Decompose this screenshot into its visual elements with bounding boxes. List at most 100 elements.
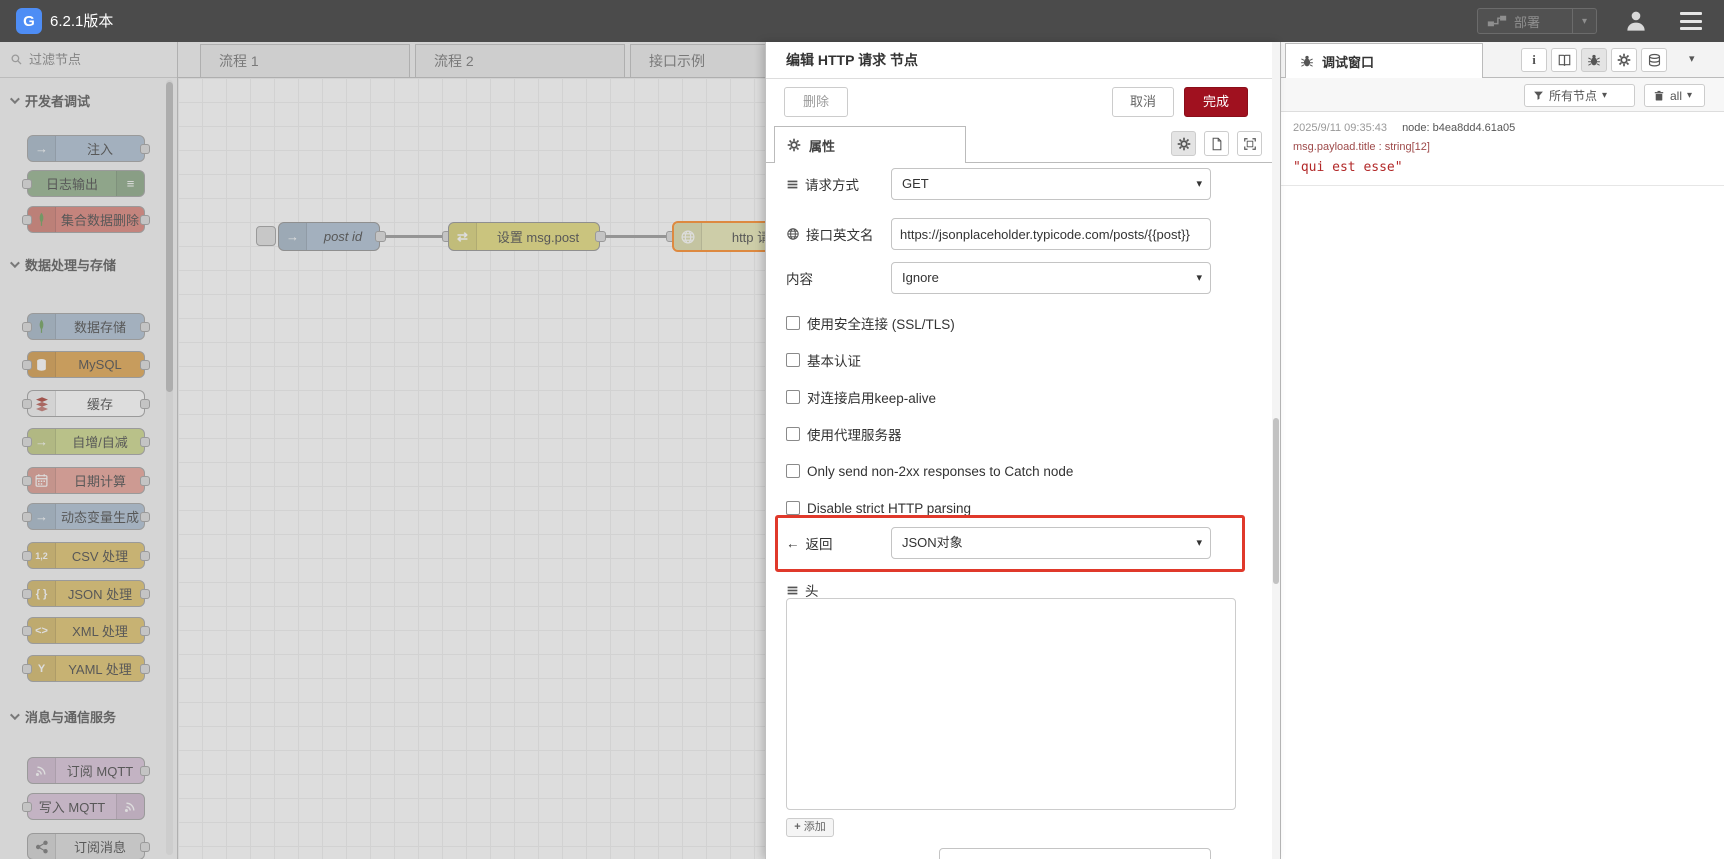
deploy-options-caret[interactable]: ▾ [1572,9,1596,33]
app-title: 6.2.1版本 [50,13,114,30]
wire[interactable] [605,235,667,238]
chevron-down-icon: ▾ [1196,537,1202,549]
node-description-button[interactable] [1204,131,1229,156]
inject-trigger-button[interactable] [256,226,276,246]
bug-icon [1300,54,1314,68]
headers-list-box[interactable] [786,598,1236,810]
palette-search-input[interactable] [29,52,149,67]
dialog-scrollbar[interactable] [1272,42,1280,859]
checkbox-disable-strict-parsing[interactable]: Disable strict HTTP parsing [786,498,971,518]
palette-node-json[interactable]: { } JSON 处理 [22,580,150,607]
checkbox-non2xx-catch[interactable]: Only send non-2xx responses to Catch nod… [786,461,1073,481]
checkbox-basic-auth[interactable]: 基本认证 [786,350,861,370]
url-input[interactable] [891,218,1211,250]
trash-icon [1653,90,1665,102]
deploy-button[interactable]: 部署 ▾ [1477,8,1597,34]
config-nodes-button[interactable] [1611,48,1637,72]
palette-node-data-store[interactable]: 数据存储 [22,313,150,340]
palette-category-dev-debug[interactable]: 开发者调试 [9,90,170,110]
palette-category-messaging[interactable]: 消息与通信服务 [9,706,170,726]
output-port [140,841,150,852]
debug-message[interactable]: 2025/9/11 09:35:43 node: b4ea8dd4.61a05 … [1281,112,1724,186]
input-port [22,214,32,225]
partial-bottom-select[interactable] [939,848,1211,859]
canvas-node-post-id[interactable]: → post id [278,222,380,251]
flow-tab-api-example[interactable]: 接口示例 [630,44,780,77]
gear-icon [787,138,801,152]
done-button[interactable]: 完成 [1184,87,1248,117]
output-port [140,625,150,636]
flow-tab-1[interactable]: 流程 1 [200,44,410,77]
input-port [22,801,32,812]
palette-node-mqtt-subscribe[interactable]: 订阅 MQTT [27,757,150,784]
chevron-down-icon: ▾ [1602,90,1608,101]
calendar-icon [28,468,56,493]
palette-scrollbar-thumb[interactable] [166,82,173,392]
palette-node-csv[interactable]: 1,2 CSV 处理 [22,542,150,569]
delete-button[interactable]: 删除 [784,87,848,117]
user-icon[interactable] [1624,9,1648,33]
palette-node-subscribe-message[interactable]: 订阅消息 [27,833,150,859]
payload-select[interactable]: Ignore ▾ [891,262,1211,294]
checkbox-icon [786,390,800,404]
checkbox-ssl[interactable]: 使用安全连接 (SSL/TLS) [786,313,955,333]
input-port [22,178,32,189]
main-menu-button[interactable] [1680,12,1702,30]
chevron-down-icon: ▾ [1196,178,1202,190]
palette-node-mqtt-write[interactable]: 写入 MQTT [22,793,145,820]
help-button[interactable] [1551,48,1577,72]
tab-debug-window[interactable]: 调试窗口 [1285,43,1483,78]
canvas-node-set-msg-post[interactable]: ⇄ 设置 msg.post [448,222,600,251]
info-button[interactable]: i [1521,48,1547,72]
signal-icon [28,758,56,783]
cancel-button[interactable]: 取消 [1112,87,1174,117]
palette-node-mysql[interactable]: MySQL [22,351,150,378]
angle-brackets-icon: <> [28,618,56,643]
url-label: 接口英文名 [786,218,890,250]
sidebar-options-caret[interactable]: ▾ [1689,52,1695,65]
debug-property[interactable]: msg.payload.title : string[12] [1293,141,1710,153]
checkbox-icon [786,464,800,478]
app-header: G 6.2.1版本 部署 ▾ [0,0,1724,42]
flow-tab-2[interactable]: 流程 2 [415,44,625,77]
debug-value[interactable]: "qui est esse" [1293,160,1710,175]
palette-node-increment[interactable]: → 自增/自减 [22,428,150,455]
palette-node-date-calc[interactable]: 日期计算 [22,467,150,494]
gear-icon [1177,137,1191,151]
database-stack-icon [1647,53,1662,68]
palette-node-cache[interactable]: 缓存 [22,390,150,417]
palette-scrollbar[interactable] [166,80,173,855]
arrow-right-icon: → [279,223,307,250]
node-settings-button[interactable] [1171,131,1196,156]
expand-icon [1243,137,1257,151]
debug-button[interactable] [1581,48,1607,72]
checkbox-proxy[interactable]: 使用代理服务器 [786,424,902,444]
arrow-left-icon: ← [786,535,800,551]
app-logo-icon: G [16,8,42,34]
node-appearance-button[interactable] [1237,131,1262,156]
csv-file-icon: 1,2 [28,543,56,568]
context-data-button[interactable] [1641,48,1667,72]
add-header-button[interactable]: + 添加 [786,818,834,837]
filter-nodes-button[interactable]: 所有节点 ▾ [1524,84,1635,107]
palette-node-inject[interactable]: → 注入 [27,135,150,162]
input-port [22,588,32,599]
dialog-scrollbar-thumb[interactable] [1273,418,1279,584]
return-select[interactable]: JSON对象 ▾ [891,527,1211,559]
wire[interactable] [385,235,445,238]
sidebar-tab-bar: 调试窗口 i ▾ [1281,42,1724,78]
palette-category-data-storage[interactable]: 数据处理与存储 [9,254,170,274]
palette-node-log-output[interactable]: 日志输出 ≡ [22,170,145,197]
clear-messages-button[interactable]: all ▾ [1644,84,1705,107]
palette-search[interactable] [0,42,177,78]
checkbox-keepalive[interactable]: 对连接启用keep-alive [786,387,936,407]
chevron-down-icon [9,257,20,268]
method-select[interactable]: GET ▾ [891,168,1211,200]
palette-node-collection-delete[interactable]: 集合数据删除 [22,206,150,233]
palette-node-dynamic-var[interactable]: → 动态变量生成 [22,503,150,530]
palette-node-yaml[interactable]: Y YAML 处理 [22,655,150,682]
globe-icon [674,223,702,250]
tab-properties[interactable]: 属性 [774,126,966,163]
palette-node-xml[interactable]: <> XML 处理 [22,617,150,644]
input-port [22,663,32,674]
